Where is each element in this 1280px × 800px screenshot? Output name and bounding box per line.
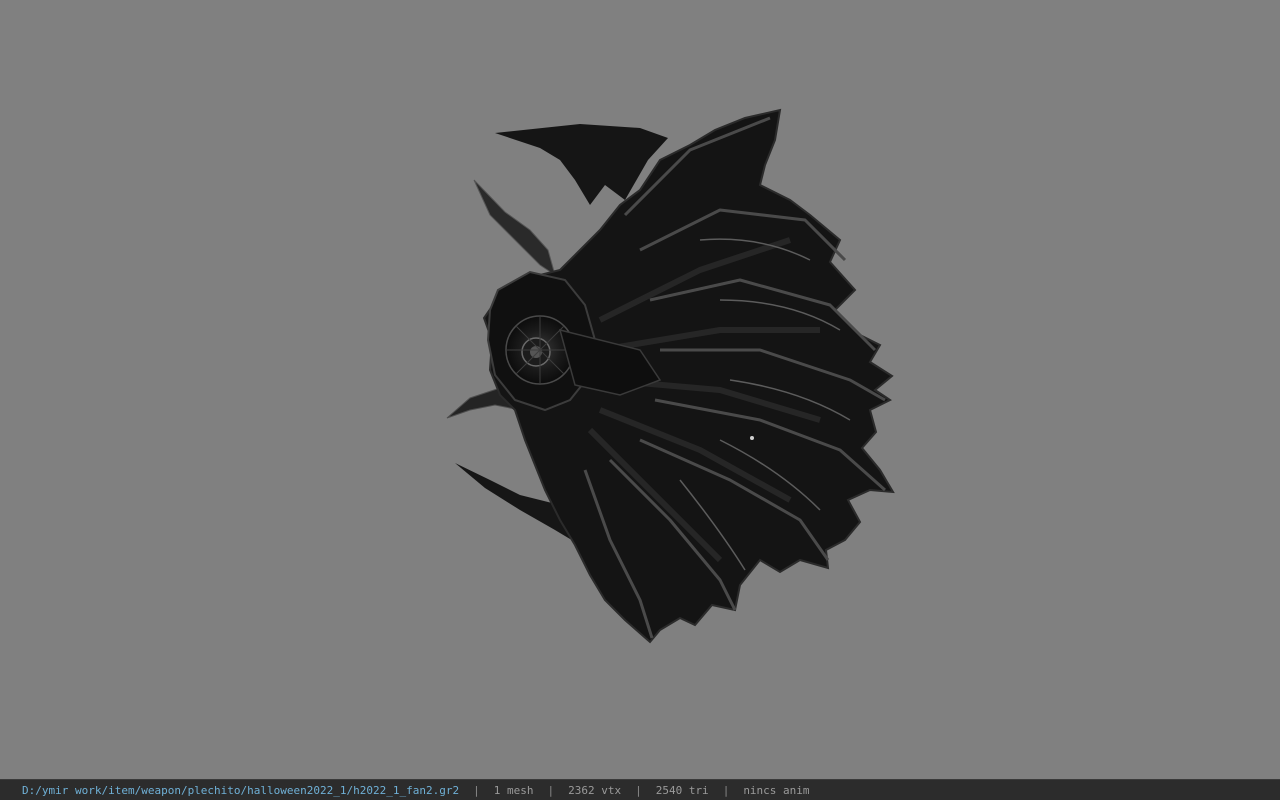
status-separator: | bbox=[635, 783, 642, 797]
triangle-count-label: 2540 tri bbox=[655, 783, 709, 797]
file-path-label: D:/ymir work/item/weapon/plechito/hallow… bbox=[22, 783, 460, 797]
status-separator: | bbox=[473, 783, 480, 797]
3d-viewport[interactable] bbox=[0, 0, 1280, 779]
mesh-count-label: 1 mesh bbox=[493, 783, 534, 797]
status-separator: | bbox=[547, 783, 555, 797]
anim-status-label: nincs anim bbox=[743, 783, 810, 797]
vertex-count-label: 2362 vtx bbox=[568, 783, 622, 797]
status-bar: D:/ymir work/item/weapon/plechito/hallow… bbox=[0, 779, 1280, 800]
status-separator: | bbox=[722, 783, 730, 797]
fan-weapon-model[interactable] bbox=[0, 0, 1280, 779]
back-horn-top bbox=[473, 179, 556, 277]
